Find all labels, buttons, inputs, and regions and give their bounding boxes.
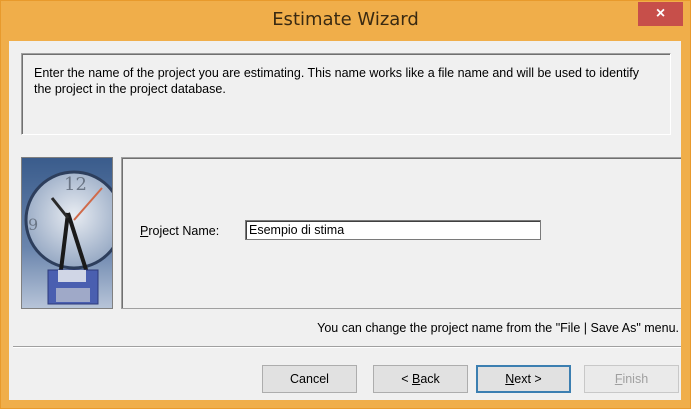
window-title: Estimate Wizard: [272, 9, 419, 30]
save-as-hint: You can change the project name from the…: [317, 321, 679, 335]
wizard-client-area: Enter the name of the project you are es…: [9, 41, 681, 400]
finish-rest: inish: [622, 372, 649, 386]
next-button[interactable]: Next >: [476, 365, 571, 393]
back-prefix: <: [401, 372, 412, 386]
clock-icon: 12 9: [22, 158, 112, 308]
back-button[interactable]: < Back: [373, 365, 468, 393]
close-icon: ×: [655, 5, 666, 22]
back-rest: ack: [420, 372, 440, 386]
description-text: Enter the name of the project you are es…: [34, 66, 639, 96]
next-accelerator: N: [505, 372, 515, 386]
title-bar[interactable]: Estimate Wizard ×: [1, 1, 690, 41]
label-rest: roject Name:: [148, 224, 220, 238]
project-name-panel: Project Name:: [121, 157, 681, 309]
finish-button[interactable]: Finish: [584, 365, 679, 393]
estimate-wizard-window: Estimate Wizard × Enter the name of the …: [0, 0, 691, 409]
project-name-input[interactable]: [245, 220, 541, 240]
cancel-button[interactable]: Cancel: [262, 365, 357, 393]
close-button[interactable]: ×: [638, 2, 683, 26]
cancel-label: Cancel: [290, 372, 329, 386]
svg-text:9: 9: [28, 215, 38, 234]
button-separator: [13, 346, 681, 348]
clock-illustration: 12 9: [21, 157, 113, 309]
svg-text:12: 12: [64, 174, 87, 195]
project-name-label: Project Name:: [140, 224, 219, 238]
next-rest: ext >: [514, 372, 542, 386]
description-panel: Enter the name of the project you are es…: [21, 53, 671, 135]
